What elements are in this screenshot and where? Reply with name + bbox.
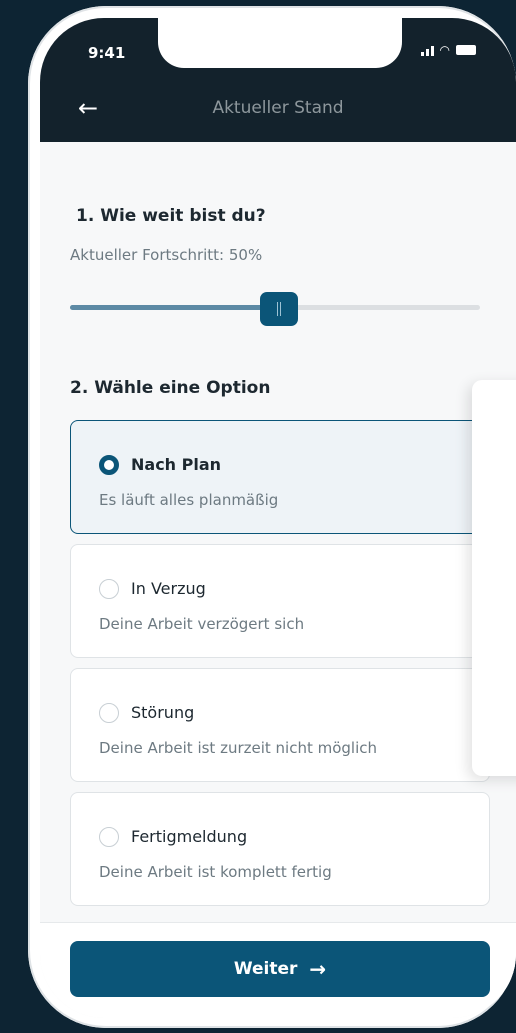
progress-label: Aktueller Fortschritt: 50% [70,246,263,264]
footer-bar: Weiter → [40,922,516,1018]
header-bar: 9:41 ◠ ← Aktueller Stand [40,18,516,142]
option-title: Störung [131,703,195,722]
option-title: Fertigmeldung [131,827,248,846]
radio-button[interactable] [99,579,119,599]
option-title: In Verzug [131,579,206,598]
radio-button[interactable] [99,703,119,723]
next-button[interactable]: Weiter → [70,941,490,997]
wifi-icon: ◠ [439,43,450,57]
page-title: Aktueller Stand [212,98,344,118]
arrow-right-icon: → [309,957,327,981]
option-subtitle: Deine Arbeit ist komplett fertig [99,863,332,881]
radio-button[interactable] [99,455,119,475]
radio-button[interactable] [99,827,119,847]
option-in-verzug[interactable]: In Verzug Deine Arbeit verzögert sich [70,544,490,658]
status-time: 9:41 [88,44,126,62]
next-button-label: Weiter [233,959,298,979]
slider-fill [70,305,275,310]
slider-handle[interactable] [260,292,298,326]
option-fertigmeldung[interactable]: Fertigmeldung Deine Arbeit ist komplett … [70,792,490,906]
option-title: Nach Plan [131,455,222,474]
status-icons: ◠ [420,43,476,57]
battery-icon [456,45,476,55]
main-content: 1. Wie weit bist du? Aktueller Fortschri… [40,142,516,922]
phone-notch [158,18,402,68]
phone-screen: 9:41 ◠ ← Aktueller Stand 1. Wie weit bis… [40,18,516,1018]
option-subtitle: Es läuft alles planmäßig [99,491,279,509]
signal-icon [420,45,434,56]
option-question: 2. Wähle eine Option [70,378,271,398]
option-subtitle: Deine Arbeit ist zurzeit nicht möglich [99,739,378,757]
option-nach-plan[interactable]: Nach Plan Es läuft alles planmäßig [70,420,490,534]
option-stoerung[interactable]: Störung Deine Arbeit ist zurzeit nicht m… [70,668,490,782]
option-subtitle: Deine Arbeit verzögert sich [99,615,305,633]
progress-question: 1. Wie weit bist du? [76,206,266,226]
overlay-card [472,380,516,776]
